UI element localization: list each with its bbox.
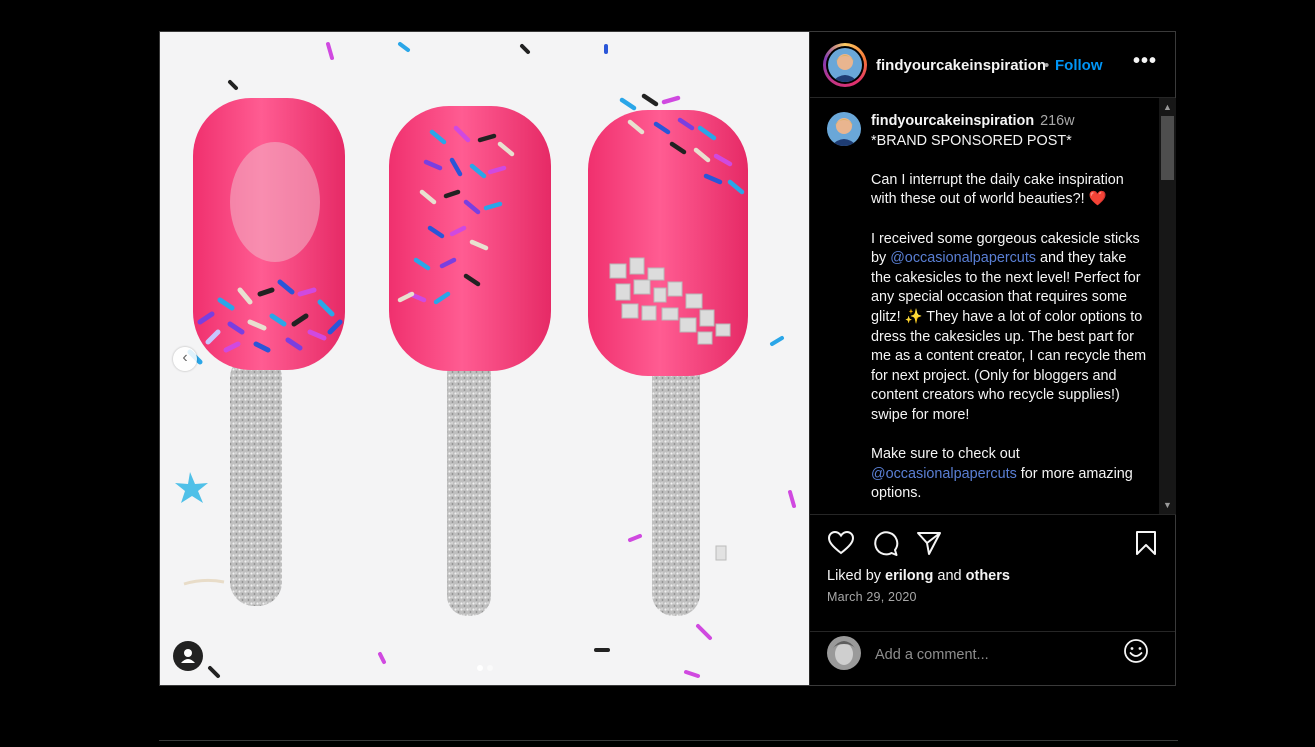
liked-by-others-link[interactable]: others: [966, 568, 1010, 584]
likes-summary: Liked by erilong and others: [827, 568, 1010, 584]
liked-by-and: and: [933, 568, 966, 584]
follow-button[interactable]: Follow: [1055, 57, 1103, 74]
caption-scroll-area[interactable]: findyourcakeinspiration 216w *BRAND SPONS…: [810, 98, 1176, 515]
post-sidebar: findyourcakeinspiration • Follow ••• fin…: [809, 32, 1176, 685]
caption-text: findyourcakeinspiration 216w *BRAND SPONS…: [871, 112, 1147, 504]
post-image[interactable]: ‹: [160, 32, 809, 685]
post-age: 216w: [1040, 113, 1075, 129]
share-icon[interactable]: [915, 529, 943, 557]
comment-input[interactable]: [873, 642, 1107, 668]
post-modal: ‹ findyourcakeinspiration • Follow ••• f…: [159, 31, 1176, 686]
liked-by-user-link[interactable]: erilong: [885, 568, 933, 584]
caption-scrollbar[interactable]: ▲ ▼: [1159, 98, 1176, 514]
caption-line: *BRAND SPONSORED POST*: [871, 132, 1072, 149]
post-date[interactable]: March 29, 2020: [827, 590, 917, 604]
scroll-down-arrow[interactable]: ▼: [1159, 498, 1176, 512]
story-ring-avatar[interactable]: [823, 43, 867, 87]
carousel-prev-button[interactable]: ‹: [173, 347, 197, 371]
caption-line: Can I interrupt the daily cake inspirati…: [871, 171, 1124, 208]
separator-dot: •: [1044, 57, 1050, 74]
caption-text-segment: and they take the cakesicles to the next…: [871, 250, 1147, 423]
page-divider: [159, 740, 1178, 741]
bookmark-icon[interactable]: [1132, 529, 1160, 557]
carousel-dot: [486, 665, 493, 671]
caption-paragraph: I received some gorgeous cakesicle stick…: [871, 230, 1147, 426]
caption-username[interactable]: findyourcakeinspiration: [871, 113, 1034, 129]
scroll-up-arrow[interactable]: ▲: [1159, 100, 1176, 114]
mention-link[interactable]: @occasionalpapercuts: [871, 466, 1017, 482]
carousel-dot-active: [476, 665, 483, 671]
mention-link[interactable]: @occasionalpapercuts: [890, 250, 1036, 266]
comment-icon[interactable]: [871, 529, 899, 557]
post-author-username[interactable]: findyourcakeinspiration: [876, 57, 1046, 74]
scroll-thumb[interactable]: [1161, 116, 1174, 180]
carousel-indicator: [160, 665, 809, 671]
cakesicle-photo: [160, 32, 809, 685]
more-options-button[interactable]: •••: [1133, 50, 1157, 73]
liked-by-prefix: Liked by: [827, 568, 886, 584]
avatar: [828, 48, 862, 82]
caption-avatar[interactable]: [827, 112, 861, 146]
action-bar: [810, 515, 1175, 575]
viewer-avatar: [827, 636, 861, 670]
caption-paragraph: Make sure to check out @occasionalpaperc…: [871, 445, 1147, 504]
smiley-icon[interactable]: [1123, 638, 1149, 664]
comment-bar: [810, 631, 1175, 685]
caption-text-segment: Make sure to check out: [871, 446, 1020, 463]
heart-icon[interactable]: [827, 529, 855, 557]
post-header: findyourcakeinspiration • Follow •••: [810, 32, 1175, 98]
